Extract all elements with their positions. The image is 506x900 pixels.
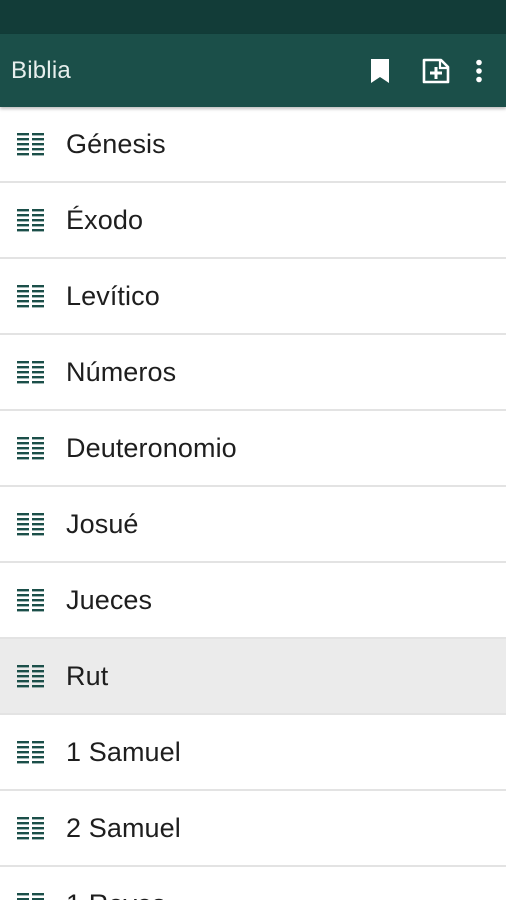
add-page-button[interactable] [420,34,452,107]
book-list-icon [17,284,45,308]
book-list-icon [17,360,45,384]
book-list-icon [17,436,45,460]
book-row[interactable]: 1 Reyes [0,867,506,900]
book-list-icon [17,132,45,156]
book-row[interactable]: Deuteronomio [0,411,506,487]
book-name: Rut [66,660,109,691]
book-name: Números [66,356,177,387]
book-row[interactable]: Éxodo [0,183,506,259]
app-bar: Biblia [0,34,506,107]
bookmark-button[interactable] [366,34,394,107]
book-row[interactable]: Levítico [0,259,506,335]
book-list-icon [17,208,45,232]
book-list-icon [17,892,45,900]
book-list: Génesis Éxodo Levítico Números Deuteronomio J… [0,107,506,900]
book-list-icon [17,816,45,840]
more-vert-icon [476,59,482,82]
book-list-icon [17,512,45,536]
book-name: Éxodo [66,204,144,235]
book-name: Josué [66,508,139,539]
app-bar-actions [366,34,506,107]
book-row[interactable]: 2 Samuel [0,791,506,867]
book-name: 1 Reyes [66,889,166,900]
book-name: Jueces [66,584,153,615]
book-row[interactable]: Josué [0,487,506,563]
book-row[interactable]: 1 Samuel [0,715,506,791]
book-row[interactable]: Génesis [0,107,506,183]
book-name: Levítico [66,280,160,311]
book-row[interactable]: Números [0,335,506,411]
add-page-icon [422,58,450,83]
book-row[interactable]: Rut [0,639,506,715]
book-name: 2 Samuel [66,812,181,843]
book-list-icon [17,664,45,688]
book-name: Génesis [66,128,166,159]
book-list-icon [17,588,45,612]
book-list-icon [17,740,45,764]
bookmark-icon [371,58,389,83]
book-row[interactable]: Jueces [0,563,506,639]
status-bar [0,0,506,34]
book-name: 1 Samuel [66,736,181,767]
more-options-button[interactable] [470,34,488,107]
book-name: Deuteronomio [66,432,237,463]
app-title: Biblia [11,56,71,84]
